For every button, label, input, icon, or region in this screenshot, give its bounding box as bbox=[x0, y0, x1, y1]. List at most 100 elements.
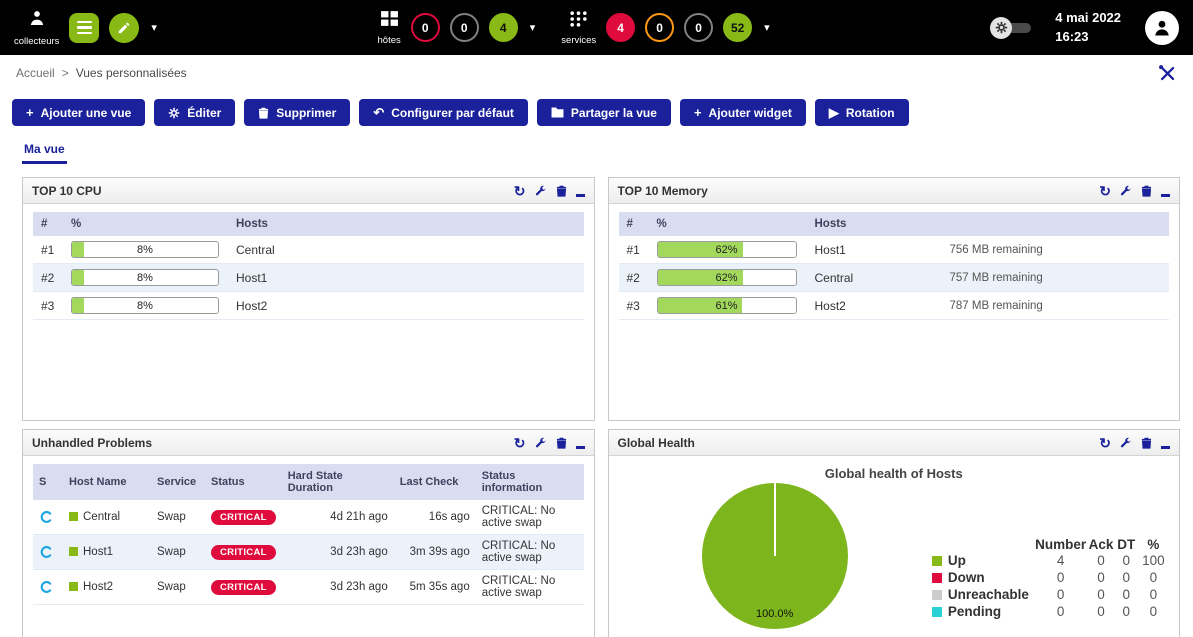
refresh-icon[interactable]: ↻ bbox=[1099, 436, 1111, 450]
wrench-icon[interactable] bbox=[535, 185, 547, 197]
host-cell[interactable]: Host2 bbox=[63, 570, 151, 605]
status-badge: CRITICAL bbox=[211, 510, 276, 525]
minimize-icon[interactable] bbox=[576, 194, 585, 197]
plus-icon: + bbox=[26, 106, 34, 119]
view-toolbar: + Ajouter une vue Éditer Supprimer ↶ Con… bbox=[0, 91, 1193, 135]
play-icon: ▶ bbox=[829, 106, 839, 119]
services-unknown-badge[interactable]: 0 bbox=[684, 13, 713, 42]
pollers-menu[interactable]: collecteurs bbox=[14, 9, 59, 47]
chevron-down-icon[interactable]: ▾ bbox=[764, 21, 770, 34]
refresh-icon[interactable]: ↻ bbox=[1099, 184, 1111, 198]
status-cell: CRITICAL bbox=[205, 500, 282, 535]
services-critical-badge[interactable]: 4 bbox=[606, 13, 635, 42]
edit-view-button[interactable]: Éditer bbox=[154, 99, 235, 126]
set-default-button[interactable]: ↶ Configurer par défaut bbox=[359, 99, 528, 126]
hosts-up-badge[interactable]: 4 bbox=[489, 13, 518, 42]
button-label: Supprimer bbox=[276, 106, 336, 120]
button-label: Ajouter une vue bbox=[41, 106, 132, 120]
legend-pct: 0 bbox=[1138, 603, 1169, 620]
refresh-icon[interactable]: ↻ bbox=[514, 436, 526, 450]
host-cell[interactable]: Central bbox=[63, 500, 151, 535]
legend-header: DT bbox=[1115, 537, 1138, 552]
info-cell: CRITICAL: No active swap bbox=[476, 535, 584, 570]
chevron-down-icon[interactable]: ▾ bbox=[151, 21, 157, 34]
gear-icon bbox=[990, 17, 1012, 39]
table-row: #1 62% Host1 756 MB remaining bbox=[619, 236, 1170, 264]
last-check-cell: 16s ago bbox=[394, 500, 476, 535]
trash-icon[interactable] bbox=[556, 185, 567, 197]
host-cell[interactable]: Host1 bbox=[63, 535, 151, 570]
services-menu[interactable]: services bbox=[561, 10, 596, 46]
progress-bar: 62% bbox=[657, 269, 797, 286]
legend-header-row: Number Ack DT % bbox=[931, 537, 1169, 552]
tools-icon[interactable] bbox=[1158, 64, 1177, 83]
chevron-down-icon[interactable]: ▾ bbox=[530, 21, 536, 34]
hosts-down-badge[interactable]: 0 bbox=[411, 13, 440, 42]
widget-panel-memory: TOP 10 Memory ↻ # % Hosts bbox=[608, 177, 1181, 421]
bar-cell: 8% bbox=[63, 292, 228, 320]
tab-ma-vue[interactable]: Ma vue bbox=[22, 136, 67, 164]
column-header: # bbox=[619, 212, 649, 236]
theme-toggle[interactable] bbox=[990, 17, 1031, 39]
chart-title: Global health of Hosts bbox=[619, 466, 1170, 481]
breadcrumb: Accueil > Vues personnalisées bbox=[0, 55, 1193, 91]
poller-list-icon[interactable] bbox=[69, 13, 99, 43]
minimize-icon[interactable] bbox=[1161, 194, 1170, 197]
minimize-icon[interactable] bbox=[576, 446, 585, 449]
delete-view-button[interactable]: Supprimer bbox=[244, 99, 350, 126]
legend-header: Ack bbox=[1087, 537, 1115, 552]
widget-body: # % Hosts #1 8% Central bbox=[23, 204, 594, 420]
bar-cell: 62% bbox=[649, 236, 807, 264]
column-header: # bbox=[33, 212, 63, 236]
widget-header: Global Health ↻ bbox=[609, 430, 1180, 456]
services-warning-badge[interactable]: 0 bbox=[645, 13, 674, 42]
wrench-icon[interactable] bbox=[1120, 437, 1132, 449]
poller-config-icon[interactable] bbox=[109, 13, 139, 43]
share-view-button[interactable]: Partager la vue bbox=[537, 99, 671, 126]
undo-icon: ↶ bbox=[373, 106, 384, 119]
legend-label-cell: Down bbox=[931, 569, 1034, 586]
legend-swatch bbox=[932, 556, 942, 566]
pie-value-label: 100.0% bbox=[756, 608, 793, 620]
minimize-icon[interactable] bbox=[1161, 446, 1170, 449]
duration-cell: 3d 23h ago bbox=[282, 535, 394, 570]
service-cell[interactable]: Swap bbox=[151, 500, 205, 535]
service-cell[interactable]: Swap bbox=[151, 535, 205, 570]
hosts-icon bbox=[380, 10, 399, 32]
trash-icon[interactable] bbox=[556, 437, 567, 449]
hosts-unreachable-badge[interactable]: 0 bbox=[450, 13, 479, 42]
button-label: Rotation bbox=[846, 106, 895, 120]
trash-icon[interactable] bbox=[1141, 185, 1152, 197]
hosts-menu[interactable]: hôtes bbox=[378, 10, 401, 46]
time-text: 16:23 bbox=[1055, 28, 1121, 46]
user-avatar[interactable] bbox=[1145, 11, 1179, 45]
services-ok-badge[interactable]: 52 bbox=[723, 13, 752, 42]
rotation-button[interactable]: ▶ Rotation bbox=[815, 99, 909, 126]
wrench-icon[interactable] bbox=[1120, 185, 1132, 197]
remaining-cell: 787 MB remaining bbox=[942, 292, 1170, 320]
host-name: Host2 bbox=[83, 581, 113, 593]
widget-header: Unhandled Problems ↻ bbox=[23, 430, 594, 456]
table-row: #2 8% Host1 bbox=[33, 264, 584, 292]
add-widget-button[interactable]: + Ajouter widget bbox=[680, 99, 806, 126]
legend-swatch bbox=[932, 607, 942, 617]
trash-icon[interactable] bbox=[1141, 437, 1152, 449]
duration-cell: 3d 23h ago bbox=[282, 570, 394, 605]
progress-bar: 8% bbox=[71, 241, 219, 258]
service-cell[interactable]: Swap bbox=[151, 570, 205, 605]
cpu-table: # % Hosts #1 8% Central bbox=[33, 212, 584, 320]
trash-icon bbox=[258, 107, 269, 119]
breadcrumb-home[interactable]: Accueil bbox=[16, 66, 55, 80]
wrench-icon[interactable] bbox=[535, 437, 547, 449]
progress-label: 62% bbox=[658, 242, 796, 258]
progress-label: 61% bbox=[658, 298, 796, 314]
add-view-button[interactable]: + Ajouter une vue bbox=[12, 99, 145, 126]
pie-slice-divider bbox=[774, 483, 776, 556]
widget-panel-problems: Unhandled Problems ↻ S Host Name Service… bbox=[22, 429, 595, 637]
refresh-icon[interactable]: ↻ bbox=[514, 184, 526, 198]
bar-cell: 8% bbox=[63, 236, 228, 264]
breadcrumb-current: Vues personnalisées bbox=[76, 66, 187, 80]
services-label: services bbox=[561, 35, 596, 46]
legend-pct: 0 bbox=[1138, 586, 1169, 603]
widget-title: TOP 10 CPU bbox=[32, 184, 102, 198]
